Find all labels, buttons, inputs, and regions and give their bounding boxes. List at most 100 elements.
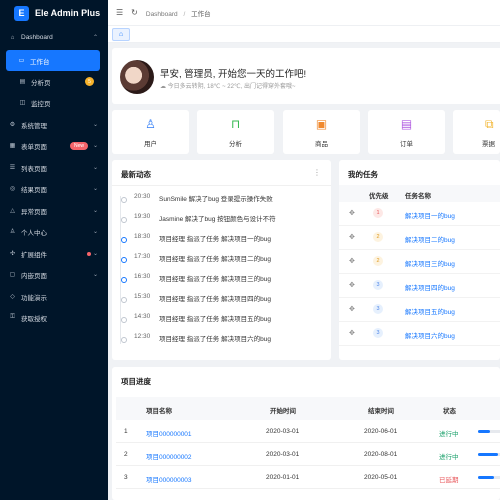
sidebar-item-system[interactable]: ⚙ 系统管理 ⌄ bbox=[0, 114, 108, 135]
more-icon[interactable]: ⋮ bbox=[313, 168, 321, 177]
task-link[interactable]: 解决项目一的bug bbox=[405, 210, 455, 220]
activity-text: 项目经理 指派了任务 解决项目六的bug bbox=[159, 336, 271, 343]
activity-text: Jasmine 解决了bug 按钮颜色与设计不符 bbox=[159, 216, 276, 223]
chevron-down-icon: ⌄ bbox=[92, 165, 98, 171]
progress-bar bbox=[478, 430, 500, 433]
column-priority: 优先级 bbox=[369, 193, 389, 200]
tab-home[interactable]: ⌂ bbox=[112, 28, 130, 41]
project-table-header: 项目名称 开始时间 结束时间 状态 bbox=[116, 397, 500, 420]
sidebar-item-workbench[interactable]: ▭ 工作台 bbox=[6, 50, 100, 71]
project-link[interactable]: 项目000000003 bbox=[146, 474, 192, 484]
quick-link-label: 票据 bbox=[482, 141, 495, 148]
activity-text: SunSmile 解决了bug 登录提示操作失败 bbox=[159, 196, 273, 203]
sidebar-item-exception[interactable]: △ 异常页面 ⌄ bbox=[0, 200, 108, 221]
drag-handle-icon[interactable]: ✥ bbox=[349, 329, 355, 337]
priority-badge: 1 bbox=[373, 208, 383, 218]
weather-text: ☁ 今日多云转阴, 18℃ ~ 22℃, 出门记得穿外套哦~ bbox=[160, 81, 296, 90]
menu-fold-icon[interactable]: ☰ bbox=[116, 8, 123, 17]
drag-handle-icon[interactable]: ✥ bbox=[349, 209, 355, 217]
column-start-time: 开始时间 bbox=[270, 408, 296, 415]
timeline-dot bbox=[121, 257, 127, 263]
activity-item: 12:30 项目经理 指派了任务 解决项目六的bug bbox=[112, 333, 331, 352]
sidebar-item-label: 工作台 bbox=[30, 58, 50, 66]
timeline-dot bbox=[121, 337, 127, 343]
drag-handle-icon[interactable]: ✥ bbox=[349, 305, 355, 313]
activity-item: 19:30 Jasmine 解决了bug 按钮颜色与设计不符 bbox=[112, 213, 331, 232]
home-icon: ⌂ bbox=[10, 34, 15, 41]
quick-link-goods[interactable]: ▣ 商品 bbox=[283, 110, 360, 154]
monitor-icon: ◫ bbox=[19, 100, 26, 106]
sidebar-item-result[interactable]: ◎ 结果页面 ⌄ bbox=[0, 178, 108, 199]
table-row: 1 项目000000001 2020-03-01 2020-06-01 进行中 bbox=[116, 420, 500, 443]
task-link[interactable]: 解决项目三的bug bbox=[405, 258, 455, 268]
activity-item: 16:30 项目经理 指派了任务 解决项目三的bug bbox=[112, 273, 331, 292]
table-row: ✥ 2 解决项目三的bug bbox=[339, 250, 500, 274]
task-link[interactable]: 解决项目五的bug bbox=[405, 306, 455, 316]
sidebar-item-extension[interactable]: ✣ 扩展组件 ⌄ bbox=[0, 243, 108, 264]
sidebar-item-dashboard[interactable]: ⌂ Dashboard ⌃ bbox=[0, 27, 108, 48]
easel-icon: ⊓ bbox=[230, 117, 241, 131]
activity-time: 18:30 bbox=[134, 233, 151, 240]
activity-time: 15:30 bbox=[134, 293, 151, 300]
task-link[interactable]: 解决项目六的bug bbox=[405, 330, 455, 340]
sidebar-item-monitor[interactable]: ◫ 监控页 bbox=[0, 92, 108, 113]
activity-title: 最新动态 bbox=[121, 170, 151, 179]
sidebar-item-form[interactable]: ▦ 表单页面 New ⌄ bbox=[0, 135, 108, 156]
ticket-icon: ⧉ bbox=[485, 117, 494, 131]
activity-time: 12:30 bbox=[134, 333, 151, 340]
sidebar-item-demo[interactable]: ◇ 功能演示 bbox=[0, 286, 108, 307]
sidebar-item-iframe[interactable]: ▢ 内嵌页面 ⌄ bbox=[0, 264, 108, 285]
table-row: 3 项目000000003 2020-01-01 2020-05-01 已延期 bbox=[116, 466, 500, 489]
task-link[interactable]: 解决项目四的bug bbox=[405, 282, 455, 292]
sidebar-item-license[interactable]: ⚿ 获取授权 bbox=[0, 307, 108, 328]
app-root: E Ele Admin Plus ⌂ Dashboard ⌃ ▭ 工作台 ▤ 分… bbox=[0, 0, 500, 500]
sidebar-item-analysis[interactable]: ▤ 分析页 5 bbox=[0, 71, 108, 92]
table-row: ✥ 3 解决项目四的bug bbox=[339, 274, 500, 298]
project-link[interactable]: 项目000000002 bbox=[146, 451, 192, 461]
end-time: 2020-05-01 bbox=[364, 474, 398, 481]
activity-item: 17:30 项目经理 指派了任务 解决项目二的bug bbox=[112, 253, 331, 272]
drag-handle-icon[interactable]: ✥ bbox=[349, 233, 355, 241]
project-link[interactable]: 项目000000001 bbox=[146, 428, 192, 438]
breadcrumb-separator: / bbox=[183, 10, 186, 18]
chevron-down-icon: ⌄ bbox=[92, 143, 98, 149]
quick-link-label: 用户 bbox=[144, 141, 157, 148]
app-title: Ele Admin Plus bbox=[35, 8, 101, 18]
sidebar-item-label: 结果页面 bbox=[21, 186, 47, 194]
tab-bar: ⌂ bbox=[108, 26, 500, 43]
column-project-name: 项目名称 bbox=[146, 408, 172, 415]
timeline-dot bbox=[121, 297, 127, 303]
chevron-down-icon: ⌄ bbox=[92, 186, 98, 192]
status-badge: 已延期 bbox=[439, 477, 459, 484]
timeline-dot bbox=[121, 197, 127, 203]
quick-link-order[interactable]: ▤ 订单 bbox=[368, 110, 445, 154]
drag-handle-icon[interactable]: ✥ bbox=[349, 257, 355, 265]
refresh-icon[interactable]: ↻ bbox=[131, 8, 138, 17]
quick-link-ticket[interactable]: ⧉ 票据 bbox=[453, 110, 500, 154]
sidebar-item-label: Dashboard bbox=[21, 34, 53, 41]
logo[interactable]: E Ele Admin Plus bbox=[0, 0, 108, 26]
bag-icon: ▣ bbox=[315, 117, 328, 131]
quick-link-analysis[interactable]: ⊓ 分析 bbox=[197, 110, 274, 154]
quick-link-label: 商品 bbox=[315, 141, 328, 148]
sidebar-item-label: 获取授权 bbox=[21, 315, 47, 323]
puzzle-icon: ✣ bbox=[9, 251, 16, 257]
divider bbox=[112, 185, 331, 186]
chevron-up-icon: ⌃ bbox=[92, 35, 98, 41]
sidebar-item-label: 异常页面 bbox=[21, 208, 47, 216]
task-link[interactable]: 解决项目二的bug bbox=[405, 234, 455, 244]
drag-handle-icon[interactable]: ✥ bbox=[349, 281, 355, 289]
sidebar-item-list[interactable]: ☰ 列表页面 ⌄ bbox=[0, 157, 108, 178]
sidebar-item-profile[interactable]: ♙ 个人中心 ⌄ bbox=[0, 221, 108, 242]
user-icon: ♙ bbox=[145, 117, 156, 131]
key-icon: ⚿ bbox=[10, 314, 15, 320]
row-index: 3 bbox=[124, 474, 128, 481]
breadcrumb-current: 工作台 bbox=[191, 10, 211, 18]
progress-fill bbox=[478, 430, 490, 433]
timeline-dot bbox=[121, 277, 127, 283]
progress-bar bbox=[478, 476, 500, 479]
quick-link-user[interactable]: ♙ 用户 bbox=[112, 110, 189, 154]
breadcrumb-root[interactable]: Dashboard bbox=[146, 11, 178, 18]
window-icon: ▢ bbox=[9, 272, 16, 278]
status-badge: 进行中 bbox=[439, 431, 459, 438]
